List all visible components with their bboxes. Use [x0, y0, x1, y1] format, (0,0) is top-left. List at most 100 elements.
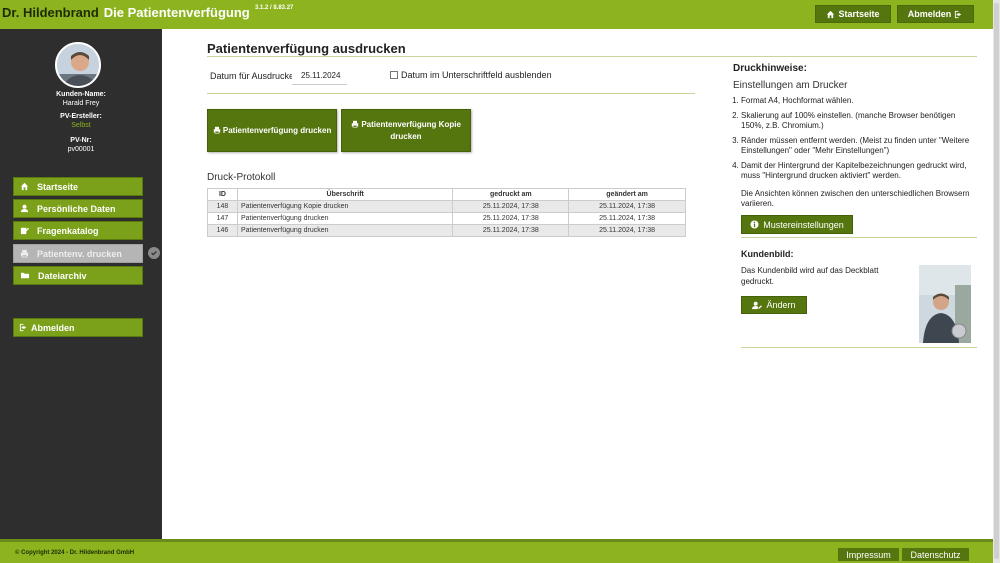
print-copy-button[interactable]: Patientenverfügung Kopie drucken	[341, 109, 471, 152]
title-divider	[207, 56, 977, 57]
sidebar-item-label: Persönliche Daten	[37, 203, 116, 214]
edit-icon	[20, 227, 29, 235]
sidebar: Kunden-Name: Harald Frey PV-Ersteller: S…	[0, 29, 162, 539]
sidebar-logout-button[interactable]: Abmelden	[13, 318, 143, 337]
brand-name: Dr. Hildenbrand	[2, 5, 99, 20]
table-row[interactable]: 147 Patientenverfügung drucken 25.11.202…	[207, 212, 686, 225]
browser-note: Die Ansichten können zwischen den unters…	[741, 189, 970, 208]
header-logout-button[interactable]: Abmelden	[897, 5, 974, 23]
print-copy-label-line1: Patientenverfügung Kopie	[361, 119, 461, 129]
creator-block: PV-Ersteller: Selbst	[0, 112, 162, 130]
column-header-title[interactable]: Überschrift	[236, 188, 454, 201]
change-image-button[interactable]: Ändern	[741, 296, 807, 314]
hide-date-checkbox[interactable]	[390, 71, 398, 79]
sign-out-icon	[19, 323, 27, 332]
sidebar-item-dateiarchiv[interactable]: Dateiarchiv	[13, 266, 143, 285]
cell-title: Patientenverfügung drucken	[236, 212, 454, 225]
sidebar-item-label: Patientenv. drucken	[37, 248, 122, 259]
customer-image-divider	[741, 347, 977, 348]
brand[interactable]: Dr. Hildenbrand Die Patientenverfügung	[2, 5, 250, 20]
cell-printed: 25.11.2024, 17:38	[452, 212, 570, 225]
customer-name-block: Kunden-Name: Harald Frey	[0, 90, 162, 108]
print-button[interactable]: Patientenverfügung drucken	[207, 109, 337, 152]
sidebar-item-patientenv-drucken[interactable]: Patientenv. drucken	[13, 244, 143, 263]
header-logout-label: Abmelden	[907, 9, 952, 19]
cell-title: Patientenverfügung Kopie drucken	[236, 200, 454, 213]
folder-icon	[20, 272, 30, 279]
right-panel-divider	[741, 237, 977, 238]
footer: © Copyright 2024 - Dr. Hildenbrand GmbH …	[0, 539, 993, 563]
table-row[interactable]: 146 Patientenverfügung drucken 25.11.202…	[207, 224, 686, 237]
cell-id: 147	[207, 212, 238, 225]
print-icon	[351, 120, 359, 128]
pv-number-block: PV-Nr: pv00001	[0, 136, 162, 154]
sidebar-item-startseite[interactable]: Startseite	[13, 177, 143, 196]
table-header-row: ID Überschrift gedruckt am geändert am	[207, 188, 686, 201]
list-item: Skalierung auf 100% einstellen. (manche …	[741, 111, 973, 131]
sidebar-item-fragenkatalog[interactable]: Fragenkatalog	[13, 221, 143, 240]
cell-id: 148	[207, 200, 238, 213]
customer-name: Harald Frey	[62, 100, 100, 107]
hide-date-checkbox-row[interactable]: Datum im Unterschriftfeld ausblenden	[390, 70, 552, 80]
list-item: Ränder müssen entfernt werden. (Meist zu…	[741, 136, 973, 156]
cell-changed: 25.11.2024, 17:38	[568, 224, 686, 237]
customer-photo	[919, 265, 971, 343]
top-bar: Dr. Hildenbrand Die Patientenverfügung 3.…	[0, 0, 993, 29]
check-icon	[148, 247, 160, 259]
home-icon	[827, 10, 835, 18]
customer-name-label: Kunden-Name:	[56, 91, 106, 98]
table-row[interactable]: 148 Patientenverfügung Kopie drucken 25.…	[207, 200, 686, 213]
list-item: Damit der Hintergrund der Kapitelbezeich…	[741, 161, 973, 181]
print-button-label: Patientenverfügung drucken	[222, 125, 332, 135]
user-icon	[20, 204, 29, 213]
change-image-label: Ändern	[766, 300, 796, 310]
hide-date-label: Datum im Unterschriftfeld ausblenden	[401, 70, 552, 80]
page-scrollbar[interactable]	[993, 0, 1000, 563]
sign-out-icon	[955, 10, 962, 18]
creator-value: Selbst	[71, 122, 91, 129]
creator-label: PV-Ersteller:	[60, 113, 102, 120]
cell-changed: 25.11.2024, 17:38	[568, 200, 686, 213]
pv-number-label: PV-Nr:	[70, 137, 92, 144]
print-hints-title: Druckhinweise:	[733, 63, 807, 74]
version-label: 3.1.2 / 8.83.27	[255, 5, 294, 11]
print-icon	[20, 249, 29, 258]
header-home-label: Startseite	[838, 9, 880, 19]
sidebar-item-persoenliche-daten[interactable]: Persönliche Daten	[13, 199, 143, 218]
form-divider	[207, 93, 695, 94]
print-copy-label-line2: drucken	[390, 131, 422, 141]
avatar	[55, 42, 101, 88]
home-icon	[20, 182, 29, 191]
cell-title: Patientenverfügung drucken	[236, 224, 454, 237]
sidebar-logout-label: Abmelden	[31, 322, 75, 333]
info-icon	[750, 220, 759, 229]
column-header-id[interactable]: ID	[207, 188, 238, 201]
cell-id: 146	[207, 224, 238, 237]
cell-changed: 25.11.2024, 17:38	[568, 212, 686, 225]
avatar-image	[57, 44, 99, 86]
column-header-changed[interactable]: geändert am	[568, 188, 686, 201]
protocol-title: Druck-Protokoll	[207, 172, 276, 183]
pv-number: pv00001	[67, 146, 95, 153]
sample-settings-button[interactable]: Mustereinstellungen	[741, 215, 853, 234]
scrollbar-thumb[interactable]	[994, 3, 999, 559]
sample-settings-label: Mustereinstellungen	[763, 219, 844, 230]
customer-image-title: Kundenbild:	[741, 249, 794, 259]
page-title: Patientenverfügung ausdrucken	[207, 41, 406, 56]
print-icon	[213, 126, 220, 134]
copyright-text: © Copyright 2024 - Dr. Hildenbrand GmbH	[15, 550, 135, 556]
column-header-printed[interactable]: gedruckt am	[452, 188, 570, 201]
sidebar-item-label: Startseite	[37, 181, 79, 192]
privacy-button[interactable]: Datenschutz	[902, 548, 969, 561]
cell-printed: 25.11.2024, 17:38	[452, 224, 570, 237]
date-label: Datum für Ausdrucke:	[210, 71, 297, 81]
sidebar-item-label: Fragenkatalog	[37, 225, 99, 236]
imprint-button[interactable]: Impressum	[838, 548, 899, 561]
print-steps-list: Format A4, Hochformat wählen. Skalierung…	[733, 96, 973, 186]
date-input[interactable]	[292, 67, 347, 85]
list-item: Format A4, Hochformat wählen.	[741, 96, 973, 106]
customer-photo-image	[919, 265, 971, 343]
user-edit-icon	[752, 301, 763, 309]
header-home-button[interactable]: Startseite	[815, 5, 891, 23]
cell-printed: 25.11.2024, 17:38	[452, 200, 570, 213]
